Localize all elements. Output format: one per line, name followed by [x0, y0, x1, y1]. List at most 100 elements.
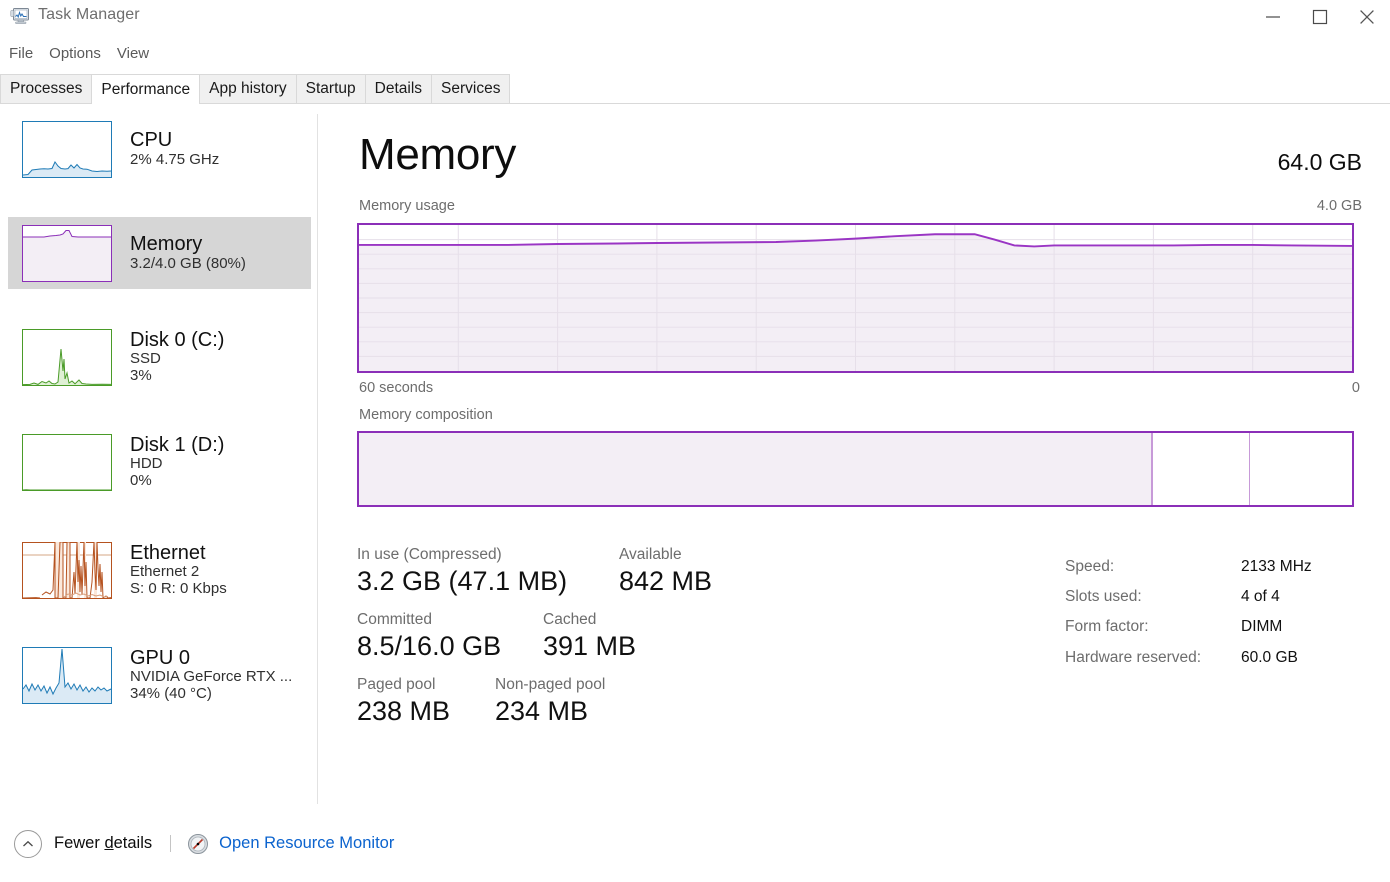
stat-cached-label: Cached [543, 611, 597, 629]
sidebar-item-ethernet-sub1: Ethernet 2 [130, 563, 200, 581]
sidebar-item-disk-1-sub2: 0% [130, 472, 152, 490]
spec-hardware-reserved-key: Hardware reserved: [1065, 648, 1202, 666]
sidebar-item-disk-0-sub1: SSD [130, 350, 161, 368]
tab-processes[interactable]: Processes [0, 74, 93, 103]
chevron-up-icon[interactable] [14, 829, 42, 858]
sidebar-item-disk-0-text: Disk 0 (C:) SSD 3% [130, 329, 224, 385]
menu-item-options[interactable]: Options [49, 45, 101, 62]
stat-row-1: In use (Compressed) 3.2 GB (47.1 MB) Ava… [357, 545, 757, 598]
menu-bar: File Options View [0, 40, 1390, 67]
cpu-thumbnail-graph [22, 120, 112, 178]
stat-paged-pool: Paged pool 238 MB [357, 675, 495, 728]
sidebar-item-memory[interactable]: Memory 3.2/4.0 GB (80%) [8, 217, 311, 289]
stat-non-paged-pool-label: Non-paged pool [495, 676, 606, 694]
spec-row-form-factor: Form factor: DIMM [1065, 612, 1312, 642]
sidebar-item-ethernet-title: Ethernet [130, 542, 206, 564]
sidebar-item-cpu-text: CPU 2% 4.75 GHz [130, 129, 219, 168]
memory-usage-label: Memory usage [359, 198, 455, 214]
stat-in-use: In use (Compressed) 3.2 GB (47.1 MB) [357, 545, 619, 598]
disk-1-thumbnail-graph [22, 433, 112, 491]
menu-item-file[interactable]: File [9, 45, 33, 62]
sidebar-item-cpu[interactable]: CPU 2% 4.75 GHz [8, 113, 311, 185]
minimize-button[interactable] [1249, 0, 1296, 34]
resource-sidebar: CPU 2% 4.75 GHz Memory 3.2/4.0 GB (80%) [0, 105, 317, 804]
status-bar: Fewer details Open Resource Monitor [0, 804, 1390, 882]
stat-non-paged-pool-value: 234 MB [495, 696, 589, 727]
stat-paged-pool-value: 238 MB [357, 696, 451, 727]
spec-row-speed: Speed: 2133 MHz [1065, 552, 1312, 582]
spec-form-factor-key: Form factor: [1065, 618, 1149, 636]
stat-available-label: Available [619, 546, 682, 563]
status-bar-separator [170, 835, 172, 852]
sidebar-item-ethernet-text: Ethernet Ethernet 2 S: 0 R: 0 Kbps [130, 542, 227, 598]
spec-hardware-reserved-value: 60.0 GB [1241, 648, 1298, 666]
tab-strip: Processes Performance App history Startu… [0, 74, 1390, 104]
memory-composition-label: Memory composition [359, 407, 493, 423]
memory-composition-bar[interactable] [357, 431, 1354, 507]
memory-detail-panel: Memory 64.0 GB Memory usage 4.0 GB 60 se… [318, 105, 1390, 804]
stat-committed-label: Committed [357, 611, 432, 629]
sidebar-item-gpu-0-sub2: 34% (40 °C) [130, 685, 212, 703]
spec-row-hardware-reserved: Hardware reserved: 60.0 GB [1065, 643, 1312, 673]
memory-specs: Speed: 2133 MHz Slots used: 4 of 4 Form … [1065, 552, 1312, 673]
stat-in-use-value: 3.2 GB (47.1 MB) [357, 566, 568, 597]
spec-slots-used-key: Slots used: [1065, 588, 1142, 606]
spec-row-slots-used: Slots used: 4 of 4 [1065, 582, 1312, 612]
stat-available: Available 842 MB [619, 545, 712, 598]
sidebar-item-disk-1-text: Disk 1 (D:) HDD 0% [130, 434, 224, 490]
graph-axis-left-label: 60 seconds [359, 380, 434, 396]
memory-usage-max-label: 4.0 GB [1316, 198, 1362, 214]
stat-cached: Cached 391 MB [543, 610, 636, 663]
disk-0-thumbnail-graph [22, 328, 112, 386]
memory-usage-graph[interactable] [357, 223, 1354, 373]
sidebar-item-gpu-0-text: GPU 0 NVIDIA GeForce RTX ... 34% (40 °C) [130, 647, 292, 703]
gpu-0-thumbnail-graph [22, 646, 112, 704]
sidebar-item-ethernet-sub2: S: 0 R: 0 Kbps [130, 580, 227, 598]
sidebar-item-gpu-0-title: GPU 0 [130, 647, 191, 669]
composition-segment-in-use[interactable] [359, 433, 1154, 505]
memory-capacity: 64.0 GB [1277, 149, 1362, 175]
stat-row-3: Paged pool 238 MB Non-paged pool 234 MB [357, 675, 757, 728]
stat-non-paged-pool: Non-paged pool 234 MB [495, 675, 605, 728]
spec-form-factor-value: DIMM [1241, 618, 1283, 636]
tab-performance[interactable]: Performance [91, 74, 201, 104]
sidebar-item-cpu-title: CPU [130, 129, 173, 152]
maximize-button[interactable] [1296, 0, 1343, 34]
menu-item-view[interactable]: View [117, 45, 149, 62]
sidebar-item-disk-0[interactable]: Disk 0 (C:) SSD 3% [8, 315, 311, 399]
sidebar-item-memory-title: Memory [130, 233, 203, 256]
stat-cached-value: 391 MB [543, 631, 637, 662]
sidebar-item-disk-1-sub1: HDD [130, 455, 163, 473]
ethernet-thumbnail-graph [22, 541, 112, 599]
open-resource-monitor-link[interactable]: Open Resource Monitor [219, 834, 394, 853]
sidebar-item-disk-1[interactable]: Disk 1 (D:) HDD 0% [8, 420, 311, 504]
resource-monitor-icon [187, 833, 209, 855]
tab-startup[interactable]: Startup [295, 74, 366, 103]
sidebar-item-cpu-sub: 2% 4.75 GHz [130, 150, 220, 168]
close-button[interactable] [1343, 0, 1390, 34]
window-controls [1249, 0, 1390, 34]
composition-segment-standby-free[interactable] [1249, 433, 1352, 505]
sidebar-item-disk-1-title: Disk 1 (D:) [130, 434, 225, 456]
fewer-details-button[interactable]: Fewer details [54, 834, 152, 853]
tab-details[interactable]: Details [364, 74, 433, 103]
memory-stats: In use (Compressed) 3.2 GB (47.1 MB) Ava… [357, 545, 757, 740]
spec-slots-used-value: 4 of 4 [1241, 588, 1280, 606]
stat-available-value: 842 MB [619, 566, 713, 597]
composition-segment-modified[interactable] [1153, 433, 1250, 505]
stat-paged-pool-label: Paged pool [357, 676, 436, 694]
sidebar-item-memory-sub: 3.2/4.0 GB (80%) [130, 254, 246, 272]
sidebar-item-ethernet[interactable]: Ethernet Ethernet 2 S: 0 R: 0 Kbps [8, 525, 311, 615]
spec-speed-value: 2133 MHz [1241, 558, 1312, 575]
sidebar-item-disk-0-sub2: 3% [130, 367, 152, 385]
tab-app-history[interactable]: App history [199, 74, 297, 103]
tab-services[interactable]: Services [431, 74, 511, 103]
sidebar-item-gpu-0-sub1: NVIDIA GeForce RTX ... [130, 668, 293, 686]
page-title: Memory [359, 130, 517, 179]
stat-committed-value: 8.5/16.0 GB [357, 631, 502, 662]
stat-in-use-label: In use (Compressed) [357, 546, 502, 563]
stat-committed: Committed 8.5/16.0 GB [357, 610, 543, 663]
spec-speed-key: Speed: [1065, 558, 1115, 575]
sidebar-item-gpu-0[interactable]: GPU 0 NVIDIA GeForce RTX ... 34% (40 °C) [8, 630, 311, 720]
title-bar: Task Manager [0, 0, 1390, 34]
